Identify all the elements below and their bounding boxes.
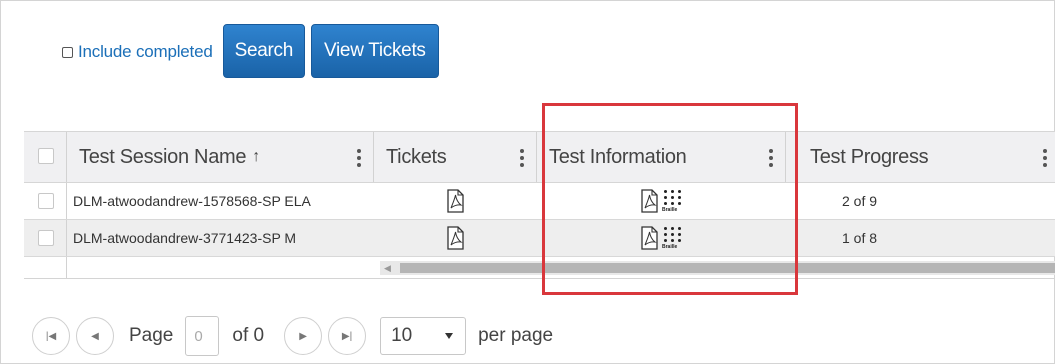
header-select-cell [24,132,66,182]
last-page-button[interactable]: ▶| [328,317,367,355]
page-label: Page [129,325,174,346]
tickets-cell [374,220,536,256]
test-progress-cell: 1 of 8 [842,230,878,246]
column-header-tickets[interactable]: Tickets [374,132,536,182]
scroll-left-icon[interactable]: ◀ [384,263,391,274]
page-size-value: 10 [391,325,413,346]
session-name-cell[interactable]: DLM-atwoodandrew-1578568-SP ELA [67,183,373,219]
first-page-icon: |◀ [45,330,57,342]
row-select-cell [24,220,66,256]
column-menu-icon[interactable] [520,149,524,167]
pager: |◀ ◀ Page of 0 ▶ ▶| 10 per page [32,316,553,356]
session-name-cell[interactable]: DLM-atwoodandrew-3771423-SP M [67,220,373,256]
column-header-test-progress[interactable]: Test Progress [786,132,1055,182]
next-page-icon: ▶ [299,330,307,342]
per-page-label: per page [478,325,554,346]
include-completed-option[interactable]: Include completed [62,42,213,62]
last-page-icon: ▶| [341,330,353,342]
grid-header: Test Session Name ↑ Tickets Test Informa… [24,131,1055,183]
row-select-cell [24,183,66,219]
page-number-input[interactable] [185,316,220,356]
column-divider [66,257,67,278]
column-title: Tickets [386,145,447,168]
column-title: Test Progress [810,145,929,168]
column-menu-icon[interactable] [1043,149,1047,167]
column-title: Test Session Name [79,145,247,168]
first-page-button[interactable]: |◀ [32,317,70,355]
prev-page-button[interactable]: ◀ [76,317,114,355]
page-size-select[interactable]: 10 [380,317,467,355]
test-progress-cell: 2 of 9 [842,193,878,209]
select-all-checkbox[interactable] [38,148,54,164]
include-completed-label[interactable]: Include completed [78,42,213,62]
sort-ascending-icon[interactable]: ↑ [252,148,260,166]
search-button[interactable]: Search [222,24,305,78]
chevron-down-icon [445,333,454,339]
table-row[interactable]: DLM-atwoodandrew-3771423-SP M Braille 1 … [24,220,1055,257]
page-count-label: of 0 [232,325,265,346]
row-checkbox[interactable] [38,193,54,209]
highlight-box [542,103,798,295]
toolbar: Include completed Search View Tickets [62,24,439,78]
next-page-button[interactable]: ▶ [284,317,323,355]
pdf-icon[interactable] [446,226,464,250]
scroll-row: ◀ [24,257,1055,279]
include-completed-checkbox[interactable] [62,46,73,58]
row-checkbox[interactable] [38,230,54,246]
pdf-icon[interactable] [446,189,464,213]
prev-page-icon: ◀ [91,330,99,342]
view-tickets-button[interactable]: View Tickets [310,24,439,78]
column-menu-icon[interactable] [357,149,361,167]
table-row[interactable]: DLM-atwoodandrew-1578568-SP ELA Braille … [24,183,1055,220]
tickets-cell [374,183,536,219]
column-header-test-session-name[interactable]: Test Session Name ↑ [67,132,373,182]
